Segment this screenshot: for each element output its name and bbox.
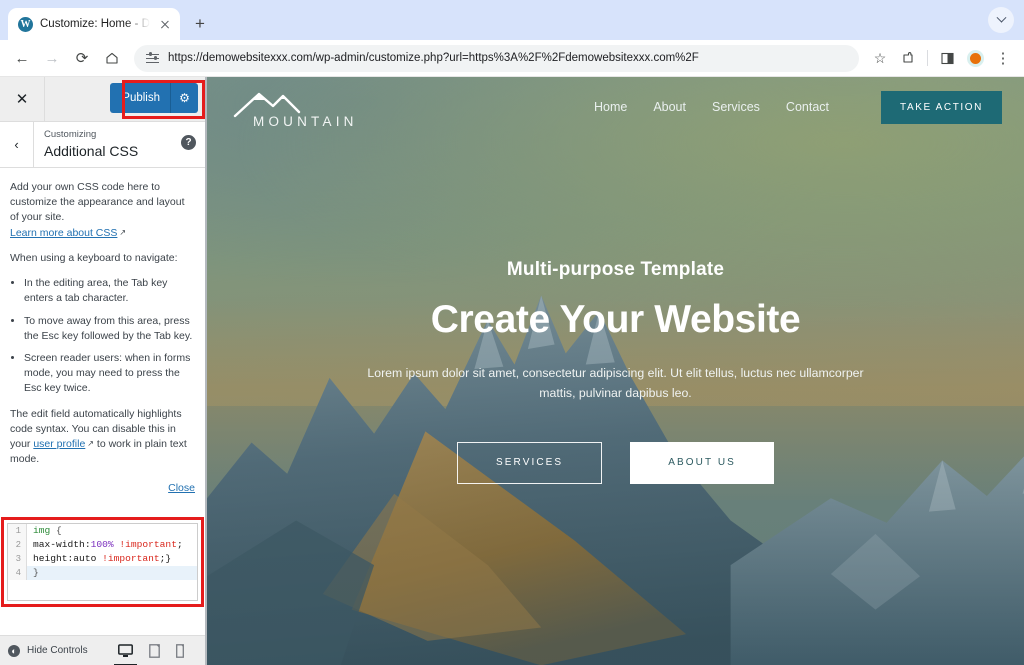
hero-paragraph: Lorem ipsum dolor sit amet, consectetur …	[367, 366, 864, 401]
nav-item-home[interactable]: Home	[594, 100, 627, 114]
browser-menu-icon[interactable]: ⋮	[990, 45, 1016, 71]
extensions-icon[interactable]	[895, 45, 921, 71]
about-us-button[interactable]: ABOUT US	[630, 441, 774, 484]
publish-group: Publish ⚙	[110, 83, 198, 113]
site-logo-text: MOUNTAIN	[253, 113, 358, 129]
intro-text: Add your own CSS code here to customize …	[10, 181, 185, 224]
page-viewport: ✕ Publish ⚙ ‹ Customizing Additional CSS…	[0, 76, 1024, 665]
page-title: Additional CSS	[44, 142, 139, 159]
close-customizer-icon[interactable]: ✕	[0, 76, 45, 122]
hero-subtitle: Multi-purpose Template	[506, 259, 725, 280]
device-mobile-button[interactable]	[176, 643, 184, 658]
back-button[interactable]: ←	[8, 44, 36, 72]
learn-more-css-link[interactable]: Learn more about CSS	[10, 227, 117, 239]
code-line[interactable]: 2 max-width:100% !important;	[8, 538, 197, 552]
site-nav: Home About Services Contact TAKE ACTION	[594, 90, 1002, 124]
hero-title: Create Your Website	[430, 298, 801, 341]
star-icon[interactable]: ☆	[867, 45, 893, 71]
list-item: In the editing area, the Tab key enters …	[24, 276, 195, 306]
code-text: max-width:100% !important;	[33, 539, 183, 550]
device-desktop-button[interactable]	[114, 643, 137, 665]
code-line[interactable]: 4}	[8, 566, 197, 580]
services-button[interactable]: SERVICES	[457, 441, 603, 484]
external-link-icon: ↗	[87, 439, 94, 449]
code-line[interactable]: 1 img {	[8, 524, 197, 538]
nav-item-contact[interactable]: Contact	[786, 100, 829, 114]
hide-controls-button[interactable]: ◐ Hide Controls	[0, 644, 88, 657]
keyboard-bullets: In the editing area, the Tab key enters …	[24, 276, 195, 397]
customizer-body: Add your own CSS code here to customize …	[0, 168, 205, 635]
take-action-button[interactable]: TAKE ACTION	[881, 90, 1002, 124]
nav-item-services[interactable]: Services	[712, 100, 760, 114]
site-header: MOUNTAIN Home About Services Contact TAK…	[207, 77, 1024, 137]
help-icon[interactable]: ?	[181, 135, 196, 150]
nav-item-about[interactable]: About	[653, 100, 686, 114]
browser-window: W Customize: Home - Demo We + ← → ⟳ http…	[0, 0, 1024, 665]
gear-icon[interactable]: ⚙	[170, 83, 198, 113]
line-number: 2	[8, 538, 27, 552]
additional-css-editor[interactable]: 1 img { 2 max-width:100% !important; 3 height…	[7, 523, 198, 601]
reload-button[interactable]: ⟳	[68, 44, 96, 72]
close-description-link[interactable]: Close	[168, 482, 195, 494]
css-description: Add your own CSS code here to customize …	[0, 168, 205, 468]
home-button[interactable]	[98, 44, 126, 72]
publish-button[interactable]: Publish ⚙	[110, 83, 198, 113]
back-icon[interactable]: ‹	[0, 121, 34, 168]
tune-icon[interactable]	[146, 52, 159, 64]
address-bar-url: https://demowebsitexxx.com/wp-admin/cust…	[168, 52, 699, 64]
wp-customizer-panel: ✕ Publish ⚙ ‹ Customizing Additional CSS…	[0, 76, 205, 665]
user-profile-link[interactable]: user profile	[33, 438, 85, 450]
customizing-label: Customizing	[44, 128, 97, 140]
tab-title: Customize: Home - Demo We	[40, 18, 150, 30]
list-item: To move away from this area, press the E…	[24, 314, 195, 344]
browser-toolbar: ← → ⟳ https://demowebsitexxx.com/wp-admi…	[0, 40, 1024, 77]
code-text: }	[33, 567, 39, 578]
customizer-footer: ◐ Hide Controls	[0, 635, 205, 665]
code-text: height:auto !important;}	[33, 553, 172, 564]
section-titles: Customizing Additional CSS	[34, 128, 139, 159]
external-link-icon: ↗	[119, 227, 127, 237]
device-preview-group	[114, 643, 184, 665]
close-link-row: Close	[0, 478, 205, 504]
address-bar[interactable]: https://demowebsitexxx.com/wp-admin/cust…	[134, 44, 859, 72]
keyboard-intro: When using a keyboard to navigate:	[10, 251, 178, 264]
wordpress-icon: W	[18, 16, 33, 32]
hero-buttons: SERVICES ABOUT US	[457, 441, 774, 484]
hide-controls-icon: ◐	[8, 644, 20, 657]
close-icon[interactable]	[157, 17, 172, 32]
toolbar-divider	[927, 50, 928, 66]
site-preview: MOUNTAIN Home About Services Contact TAK…	[207, 77, 1024, 665]
new-tab-button[interactable]: +	[186, 10, 214, 38]
chevron-down-icon[interactable]	[988, 7, 1014, 33]
customizer-section-header: ‹ Customizing Additional CSS ?	[0, 121, 205, 168]
tab-strip: W Customize: Home - Demo We +	[0, 0, 1024, 40]
line-number: 3	[8, 552, 27, 566]
hide-controls-label: Hide Controls	[27, 645, 88, 656]
split-view-icon[interactable]	[934, 45, 960, 71]
hero-section: Multi-purpose Template Create Your Websi…	[207, 259, 1024, 484]
device-tablet-button[interactable]	[149, 643, 160, 658]
publish-label: Publish	[122, 92, 160, 104]
list-item: Screen reader users: when in forms mode,…	[24, 351, 195, 397]
site-logo[interactable]: MOUNTAIN	[229, 86, 358, 129]
code-text: img {	[33, 525, 62, 536]
css-editor-wrap: 1 img { 2 max-width:100% !important; 3 height…	[1, 517, 204, 607]
customizer-topbar: ✕ Publish ⚙	[0, 76, 205, 122]
profile-avatar[interactable]	[962, 45, 988, 71]
code-line[interactable]: 3 height:auto !important;}	[8, 552, 197, 566]
line-number: 1	[8, 524, 27, 538]
browser-tab[interactable]: W Customize: Home - Demo We	[8, 8, 180, 40]
forward-button[interactable]: →	[38, 44, 66, 72]
line-number: 4	[8, 566, 27, 580]
